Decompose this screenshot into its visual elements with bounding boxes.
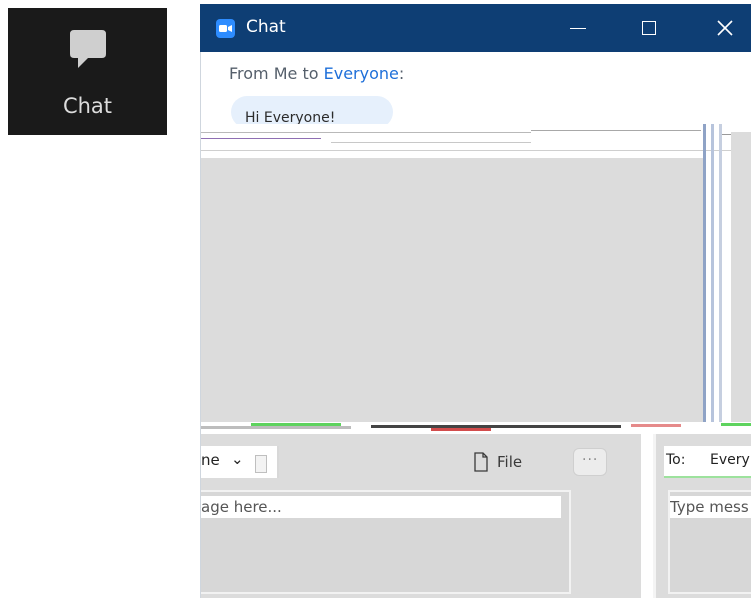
frozen-region-right [731,132,751,428]
sender-suffix: : [398,64,405,83]
chat-window: Chat From Me to Everyone: Hi Everyone! n… [200,4,751,598]
selector-handle [255,455,267,473]
composer-panel-duplicate: To: Every [653,434,751,598]
file-icon [474,452,488,472]
render-glitch-band [201,124,751,158]
close-button[interactable] [702,4,748,52]
glitch-divider-3 [719,124,722,428]
title-bar[interactable]: Chat [200,4,751,52]
composer-gap [641,434,653,598]
recipient-value-duplicate: Every [710,452,750,468]
maximize-button[interactable] [626,4,672,52]
window-title: Chat [246,17,286,37]
to-label: To: [666,452,686,468]
message-input[interactable] [201,496,561,518]
message-input-box [201,490,571,594]
sender-prefix: From Me to [229,64,324,83]
glitch-divider [703,124,706,428]
recipient-selector-duplicate[interactable]: To: Every [664,446,751,478]
maximize-icon [642,21,656,35]
chat-message-area: From Me to Everyone: Hi Everyone! ne ⌄ F… [200,52,751,598]
more-icon: ··· [582,452,599,468]
composer-panel: ne ⌄ File ··· [201,434,641,598]
chat-bubble-icon [70,30,106,68]
glitch-divider-2 [711,124,714,428]
message-sender-line: From Me to Everyone: [229,64,404,83]
message-input-duplicate[interactable] [670,496,751,518]
frozen-region [201,158,703,428]
file-button-label: File [497,453,523,471]
minimize-icon [570,28,586,29]
recipient-selector[interactable]: ne ⌄ [201,446,279,478]
zoom-camera-icon [216,19,235,38]
message-input-box-duplicate [668,490,751,594]
glitch-strip [201,422,751,432]
chat-button-label: Chat [62,94,113,118]
more-options-button[interactable]: ··· [573,448,607,476]
minimize-button[interactable] [556,4,602,52]
file-button[interactable]: File [473,452,543,474]
recipient-link[interactable]: Everyone [324,64,399,83]
chevron-down-icon: ⌄ [231,450,244,468]
recipient-value: ne [201,451,220,469]
chat-toolbar-button[interactable]: Chat [8,8,167,135]
close-icon [717,20,733,36]
